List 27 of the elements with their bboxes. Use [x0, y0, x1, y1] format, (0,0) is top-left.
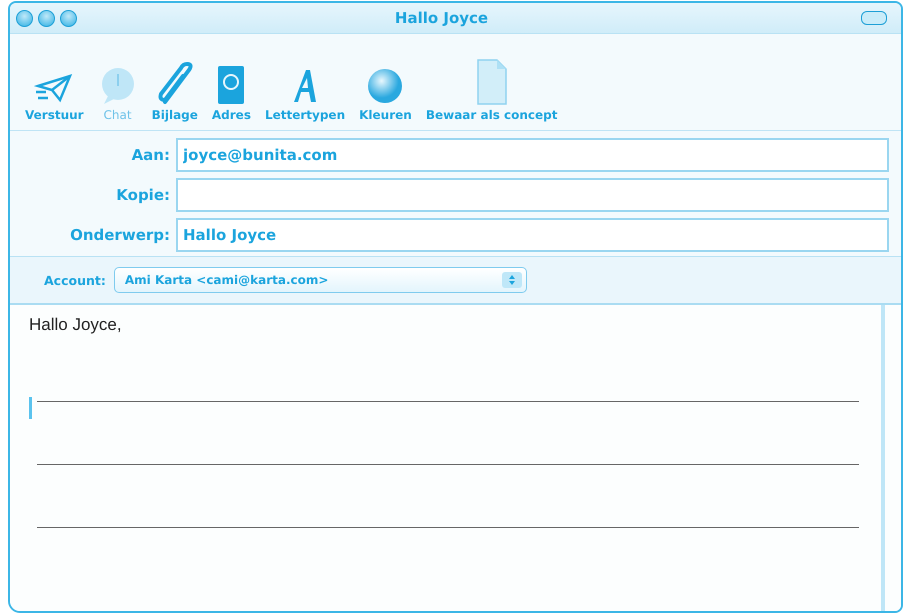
toolbar-button[interactable]: Verstuur — [25, 56, 84, 122]
stepper-icon — [502, 272, 522, 288]
account-dropdown[interactable]: Ami Karta <cami@karta.com> — [114, 267, 527, 293]
fill-in-line[interactable] — [37, 464, 859, 465]
toolbar-button[interactable]: Bijlage — [152, 56, 198, 122]
toolbar-button[interactable]: Kleuren — [359, 56, 412, 122]
zoom-button[interactable] — [60, 10, 77, 26]
window-title: Hallo Joyce — [394, 9, 488, 27]
field-label: Onderwerp: — [69, 226, 170, 244]
toolbar-toggle-button[interactable] — [861, 11, 887, 25]
toolbar-button[interactable]: Lettertypen — [264, 56, 346, 122]
address-book-icon — [216, 64, 246, 106]
greeting-text: Hallo Joyce, — [29, 315, 122, 334]
scroll-bar[interactable] — [881, 305, 885, 611]
input-field[interactable] — [176, 178, 889, 212]
minimize-button[interactable] — [38, 10, 55, 26]
field-label: Aan: — [130, 146, 170, 164]
message-body[interactable]: Hallo Joyce, — [10, 305, 901, 611]
toolbar-button[interactable]: Bewaar als concept — [426, 56, 558, 122]
field-label: Kopie: — [115, 186, 170, 204]
close-button[interactable] — [16, 10, 33, 26]
toolbar-button[interactable]: Adres — [212, 56, 251, 122]
account-label: Account: — [44, 272, 106, 288]
document-icon — [474, 58, 509, 106]
fill-in-line[interactable] — [37, 401, 859, 402]
input-field[interactable]: Hallo Joyce — [176, 218, 889, 252]
fill-in-line[interactable] — [37, 527, 859, 528]
